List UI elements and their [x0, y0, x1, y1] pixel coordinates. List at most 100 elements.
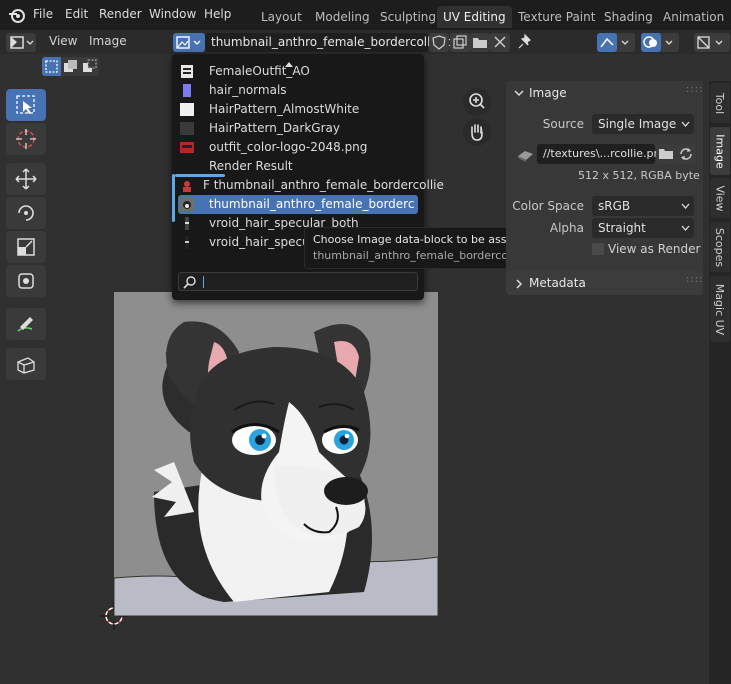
image-panel-header[interactable]: Image ::::: [506, 81, 703, 105]
dropdown-item-label: hair_normals: [209, 83, 287, 97]
search-icon: [183, 276, 196, 289]
image-icon: [183, 84, 191, 97]
image-icon: [180, 198, 194, 211]
menu-render[interactable]: Render: [99, 7, 142, 21]
unlink-close-icon[interactable]: [490, 33, 510, 52]
cursor-tool[interactable]: [6, 123, 46, 155]
image-icon: [180, 142, 194, 153]
view-menu[interactable]: View: [49, 34, 77, 48]
image-editor-header: View Image thumbnail_anthro_female_borde…: [0, 30, 731, 54]
source-dropdown[interactable]: Single Image: [592, 114, 694, 134]
dropdown-item-selected[interactable]: thumbnail_anthro_female_bordercollie.pn: [178, 195, 418, 214]
rotate-tool[interactable]: [6, 197, 46, 229]
dropdown-item-label: outfit_color-logo-2048.png: [209, 140, 368, 154]
dropdown-item-label: FemaleOutfit_AO: [209, 64, 310, 78]
tab-shading[interactable]: Shading: [598, 6, 659, 28]
view-as-render-label: View as Render: [608, 242, 701, 256]
tab-uv-editing[interactable]: UV Editing: [437, 6, 512, 28]
hover-indicator: [172, 174, 175, 222]
tab-magic-uv[interactable]: Magic UV: [710, 276, 730, 342]
select-subtract-icon[interactable]: [80, 57, 99, 76]
sidebar-tabs: Tool Image View Scopes Magic UV: [709, 81, 731, 684]
dropdown-item[interactable]: outfit_color-logo-2048.png: [178, 138, 418, 157]
view-as-render-checkbox[interactable]: [592, 243, 604, 255]
menu-file[interactable]: File: [33, 7, 53, 21]
duplicate-icon[interactable]: [450, 33, 470, 52]
text-caret: [203, 276, 204, 288]
image-icon: [180, 122, 194, 135]
rip-region-tool[interactable]: [6, 348, 46, 380]
image-icon: [180, 103, 194, 116]
dropdown-item[interactable]: HairPattern_AlmostWhite: [178, 100, 418, 119]
select-extend-icon[interactable]: [61, 57, 80, 76]
color-space-dropdown[interactable]: sRGB: [592, 196, 694, 216]
tab-tool[interactable]: Tool: [710, 83, 730, 123]
open-folder-icon[interactable]: [656, 144, 676, 164]
chevron-down-icon: [681, 203, 690, 209]
fake-user-shield-icon[interactable]: [429, 33, 449, 52]
pin-icon[interactable]: [516, 33, 534, 51]
transform-tool[interactable]: [6, 265, 46, 297]
top-menu-bar: File Edit Render Window Help Layout Mode…: [0, 0, 731, 30]
selection-mode-group: [42, 57, 99, 76]
dropdown-item-label: HairPattern_DarkGray: [209, 121, 340, 135]
search-field[interactable]: [178, 272, 418, 291]
metadata-panel-header[interactable]: Metadata ::::: [506, 271, 703, 295]
tab-layout[interactable]: Layout: [255, 6, 308, 28]
sidebar-panel: Image :::: Source Single Image //texture…: [506, 81, 703, 295]
dropdown-item-label: F thumbnail_anthro_female_bordercollie: [203, 178, 444, 192]
dropdown-item-label: thumbnail_anthro_female_bordercollie.pn: [209, 197, 414, 211]
scale-tool[interactable]: [6, 231, 46, 263]
dropdown-item[interactable]: F thumbnail_anthro_female_bordercollie: [178, 176, 444, 195]
tab-texture-paint[interactable]: Texture Paint: [512, 6, 601, 28]
select-new-icon[interactable]: [42, 57, 61, 76]
pan-hand-icon[interactable]: [463, 118, 491, 146]
overlay-button[interactable]: [641, 33, 679, 52]
tab-animation[interactable]: Animation: [657, 6, 730, 28]
tab-image[interactable]: Image: [710, 127, 730, 175]
image-packed-icon[interactable]: [515, 145, 537, 165]
drag-handle-icon[interactable]: ::::: [686, 274, 703, 285]
drag-handle-icon[interactable]: ::::: [686, 84, 703, 95]
tab-view[interactable]: View: [710, 178, 730, 218]
image-canvas[interactable]: [114, 292, 438, 616]
tab-modeling[interactable]: Modeling: [309, 6, 376, 28]
chevron-right-icon: [516, 279, 523, 289]
alpha-dropdown[interactable]: Straight: [592, 218, 694, 238]
open-folder-icon[interactable]: [470, 33, 490, 52]
reload-icon[interactable]: [676, 144, 696, 164]
menu-window[interactable]: Window: [149, 7, 196, 21]
dropdown-item-label: HairPattern_AlmostWhite: [209, 102, 360, 116]
select-box-tool[interactable]: [6, 89, 46, 121]
image-icon: [185, 236, 189, 249]
dog-illustration: [114, 292, 438, 616]
dropdown-item[interactable]: FemaleOutfit_AO: [178, 62, 418, 81]
chevron-down-icon: [514, 90, 524, 97]
browse-image-button[interactable]: [173, 33, 205, 52]
menu-edit[interactable]: Edit: [65, 7, 88, 21]
panel-title: Metadata: [529, 276, 586, 290]
chevron-down-icon: [681, 225, 690, 231]
dropdown-item[interactable]: hair_normals: [178, 81, 418, 100]
image-info: 512 x 512, RGBA byte: [578, 169, 700, 182]
dropdown-item[interactable]: HairPattern_DarkGray: [178, 119, 418, 138]
tab-sculpting[interactable]: Sculpting: [374, 6, 442, 28]
move-tool[interactable]: [6, 163, 46, 195]
image-name-field[interactable]: thumbnail_anthro_female_bordercollie.png: [205, 33, 468, 52]
color-space-label: Color Space: [512, 199, 584, 213]
image-menu[interactable]: Image: [89, 34, 127, 48]
display-channels-button[interactable]: [694, 33, 730, 52]
alpha-label: Alpha: [549, 221, 584, 235]
image-panel: [506, 81, 703, 293]
menu-help[interactable]: Help: [204, 7, 231, 21]
annotate-tool[interactable]: [6, 308, 46, 340]
tab-scopes[interactable]: Scopes: [710, 222, 730, 272]
filepath-field[interactable]: //textures\...rcollie.png: [537, 144, 668, 164]
panel-title: Image: [529, 86, 567, 100]
chevron-down-icon: [681, 121, 690, 127]
uv-sync-button[interactable]: [597, 33, 635, 52]
blender-logo-icon[interactable]: [8, 6, 26, 24]
editor-type-button[interactable]: [6, 33, 36, 52]
source-label: Source: [542, 117, 584, 131]
zoom-icon[interactable]: [463, 88, 491, 116]
